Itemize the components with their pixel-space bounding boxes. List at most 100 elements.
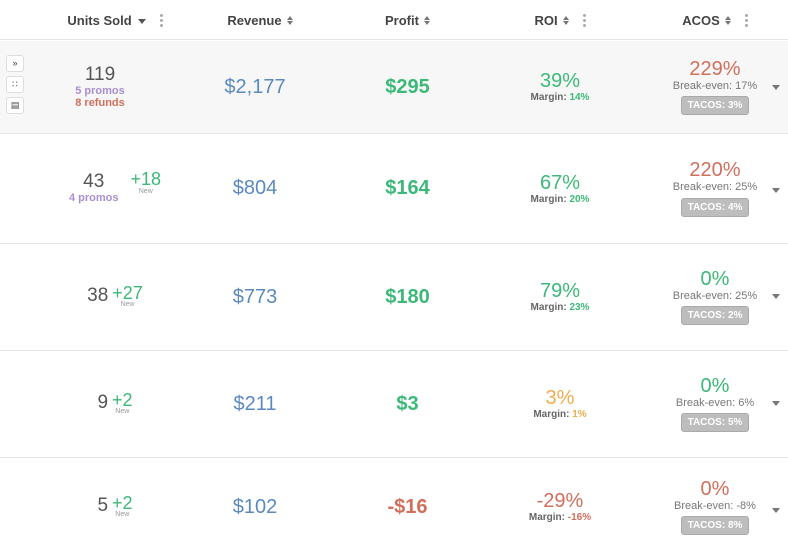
margin-value: 23% <box>569 302 590 313</box>
units-cell: 119 5 promos 8 refunds <box>40 41 160 133</box>
row-expand-icon[interactable] <box>772 188 780 193</box>
units-cell: 9 +2 New <box>40 351 190 457</box>
break-even-text: Break-even: 25% <box>672 181 758 194</box>
revenue-value: $211 <box>233 392 277 415</box>
margin-text: Margin: -16% <box>528 512 592 523</box>
profit-header[interactable]: Profit <box>340 0 475 40</box>
margin-text: Margin: 20% <box>530 193 590 205</box>
delta-label: New <box>120 301 135 309</box>
profit-cell: $3 <box>340 351 475 457</box>
sort-icon[interactable] <box>423 15 430 25</box>
table-row[interactable]: » ∷ ▤ 119 5 promos 8 refunds $2,177 $295… <box>0 41 788 134</box>
roi-cell: 3% Margin: 1% <box>495 351 625 457</box>
units-sold-value: 5 <box>97 494 109 516</box>
revenue-value: $773 <box>232 285 278 308</box>
acos-cell: 220% Break-even: 25% TACOS: 4% <box>650 134 780 243</box>
sort-desc-icon[interactable] <box>137 18 146 24</box>
revenue-label: Revenue <box>227 12 282 28</box>
profit-value: -$16 <box>387 495 428 518</box>
acos-cell: 229% Break-even: 17% TACOS: 3% <box>650 41 780 133</box>
acos-value: 0% <box>700 477 730 500</box>
revenue-cell: $2,177 <box>190 41 320 133</box>
table-row[interactable]: 43 4 promos +18 New $804 $164 67% Margin… <box>0 134 788 244</box>
units-cell: 38 +27 New <box>40 244 190 350</box>
table-row[interactable]: 5 +2 New $102 -$16 -29% Margin: -16% 0% … <box>0 458 788 556</box>
row-expand-icon[interactable] <box>772 85 780 90</box>
column-menu-icon[interactable] <box>744 13 748 27</box>
sort-icon[interactable] <box>286 15 293 25</box>
break-even-text: Break-even: -8% <box>674 499 756 512</box>
delta-label: New <box>138 188 153 196</box>
row-tools: » ∷ ▤ <box>6 55 24 114</box>
delta-label: New <box>115 511 130 519</box>
refunds-link[interactable]: 8 refunds <box>75 97 125 109</box>
roi-value: 3% <box>545 387 575 409</box>
margin-text: Margin: 23% <box>530 302 590 313</box>
margin-value: -16% <box>567 512 592 523</box>
table-row[interactable]: 38 +27 New $773 $180 79% Margin: 23% 0% … <box>0 244 788 351</box>
tacos-badge: TACOS: 3% <box>680 96 750 116</box>
units-delta: +2 <box>112 492 133 513</box>
units-sold-label: Units Sold <box>67 12 132 28</box>
units-sold-value: 38 <box>87 284 109 306</box>
table-row[interactable]: 9 +2 New $211 $3 3% Margin: 1% 0% Break-… <box>0 351 788 458</box>
tacos-badge: TACOS: 4% <box>680 197 750 217</box>
roi-value: 67% <box>539 171 581 194</box>
margin-value: 1% <box>572 409 587 420</box>
promos-link[interactable]: 4 promos <box>69 192 119 204</box>
roi-cell: 67% Margin: 20% <box>495 134 625 243</box>
profit-cell: $295 <box>340 41 475 133</box>
grid-icon[interactable]: ∷ <box>6 76 24 93</box>
chart-icon[interactable]: ▤ <box>6 97 24 114</box>
profit-value: $295 <box>385 75 430 98</box>
revenue-cell: $102 <box>190 458 320 556</box>
column-menu-icon[interactable] <box>159 13 163 27</box>
units-sold-value: 9 <box>97 391 109 413</box>
row-expand-icon[interactable] <box>772 401 780 406</box>
roi-label: ROI <box>534 12 558 28</box>
revenue-cell: $211 <box>190 351 320 457</box>
revenue-header[interactable]: Revenue <box>190 0 330 40</box>
acos-value: 0% <box>700 267 730 290</box>
margin-value: 14% <box>569 92 590 103</box>
roi-cell: 79% Margin: 23% <box>495 244 625 350</box>
margin-text: Margin: 1% <box>533 409 587 420</box>
acos-header[interactable]: ACOS <box>650 0 780 40</box>
acos-cell: 0% Break-even: 25% TACOS: 2% <box>650 244 780 350</box>
units-sold-header[interactable]: Units Sold <box>40 0 190 40</box>
units-sold-value: 119 <box>84 63 116 85</box>
row-expand-icon[interactable] <box>772 508 780 513</box>
break-even-text: Break-even: 6% <box>675 396 755 409</box>
roi-value: -29% <box>536 490 584 512</box>
units-delta: +27 <box>112 282 143 303</box>
revenue-value: $102 <box>232 495 278 518</box>
units-cell: 43 4 promos +18 New <box>40 134 190 243</box>
profit-cell: $180 <box>340 244 475 350</box>
profit-value: $180 <box>385 285 430 308</box>
tacos-badge: TACOS: 2% <box>680 306 750 326</box>
roi-cell: -29% Margin: -16% <box>495 458 625 556</box>
sort-icon[interactable] <box>562 15 569 25</box>
sort-icon[interactable] <box>724 15 731 25</box>
row-expand-icon[interactable] <box>772 294 780 299</box>
units-sold-value: 43 <box>83 171 105 193</box>
profit-label: Profit <box>385 12 419 28</box>
break-even-text: Break-even: 17% <box>672 79 758 92</box>
acos-value: 229% <box>689 57 741 80</box>
tacos-badge: TACOS: 5% <box>680 413 750 433</box>
roi-cell: 39% Margin: 14% <box>495 41 625 133</box>
column-menu-icon[interactable] <box>582 13 586 27</box>
units-cell: 5 +2 New <box>40 458 190 556</box>
acos-value: 220% <box>689 159 741 182</box>
roi-header[interactable]: ROI <box>495 0 625 40</box>
profit-cell: $164 <box>340 134 475 243</box>
margin-value: 20% <box>569 193 590 205</box>
revenue-cell: $773 <box>190 244 320 350</box>
collapse-icon[interactable]: » <box>6 55 24 72</box>
revenue-cell: $804 <box>190 134 320 243</box>
margin-text: Margin: 14% <box>530 92 590 103</box>
break-even-text: Break-even: 25% <box>672 289 758 302</box>
acos-value: 0% <box>700 374 730 397</box>
promos-link[interactable]: 5 promos <box>75 85 125 97</box>
revenue-value: $804 <box>232 177 278 199</box>
